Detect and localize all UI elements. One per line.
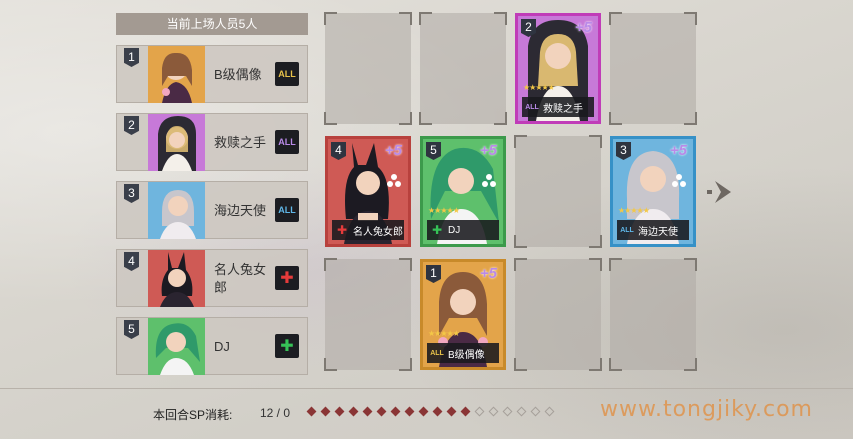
character-name: B级偶像 [214,66,262,82]
sp-pip-filled [404,406,415,417]
character-name: 救赎之手 [214,134,267,150]
sp-pip-empty [544,406,555,417]
cross-class-icon: ✚ [336,223,348,237]
character-portrait [148,318,205,375]
card-name-bar: ALL B级偶像 [427,343,499,363]
skill-range-icon [482,174,496,188]
all-class-icon: ALL [275,130,299,154]
sp-pip-filled [376,406,387,417]
sp-pip-empty [488,406,499,417]
character-name: 名人兔女郎 [214,261,267,295]
sp-pip-empty [530,406,541,417]
character-name: 海边天使 [214,202,267,218]
formation-slot-empty[interactable] [609,258,697,371]
formation-slot-empty[interactable] [324,258,412,371]
character-portrait [148,182,205,239]
character-name: 名人兔女郎 [353,226,403,238]
sp-pip-empty [502,406,513,417]
roster-header: 当前上场人员5人 [116,13,308,35]
position-badge: 2 [124,116,139,135]
sp-pip-filled [432,406,443,417]
formation-card[interactable]: 2 +5 ★★★★★ ALL 救赎之手 [515,13,601,124]
sp-pip-filled [390,406,401,417]
all-class-icon: ALL [275,62,299,86]
sp-pip-filled [334,406,345,417]
cross-class-icon: ✚ [275,266,299,290]
enhance-level: +5 [479,142,497,159]
formation-slot-empty[interactable] [514,258,602,371]
star-rating: ★★★★★ [618,206,650,215]
sp-pip-empty [474,406,485,417]
roster-row-1[interactable]: 1 B级偶像 ALL [116,45,308,103]
all-class-icon: ALL [525,103,539,111]
card-name-bar: ALL 海边天使 [617,220,689,240]
formation-slot-empty[interactable] [419,12,507,125]
character-name: 海边天使 [638,226,678,238]
watermark: www.tongjiky.com [600,397,813,422]
character-name: B级偶像 [448,349,485,361]
sp-pip-filled [418,406,429,417]
formation-card[interactable]: 4 +5 ✚ 名人兔女郎 [325,136,411,247]
card-name-bar: ✚ 名人兔女郎 [332,220,404,240]
sp-pip-filled [320,406,331,417]
formation-card[interactable]: 1 +5 ★★★★★ ALL B级偶像 [420,259,506,370]
enhance-level: +5 [669,142,687,159]
divider [0,388,853,389]
roster-row-2[interactable]: 2 救赎之手 ALL [116,113,308,171]
cross-class-icon: ✚ [431,223,443,237]
position-badge: 5 [124,320,139,339]
card-name-bar: ALL 救赎之手 [522,97,594,117]
all-class-icon: ALL [275,198,299,222]
star-rating: ★★★★★ [428,206,460,215]
cross-class-icon: ✚ [275,334,299,358]
character-name: DJ [448,224,461,236]
formation-slot-empty[interactable] [609,12,697,125]
roster-row-5[interactable]: 5 DJ ✚ [116,317,308,375]
all-class-icon: ALL [620,226,634,234]
forward-arrow-icon [707,181,731,203]
sp-pip-filled [306,406,317,417]
sp-pip-track [306,404,555,417]
position-badge: 4 [124,252,139,271]
skill-range-icon [387,174,401,188]
sp-pip-filled [460,406,471,417]
sp-cost-label: 本回合SP消耗: [153,408,233,422]
all-class-icon: ALL [430,349,444,357]
roster-row-4[interactable]: 4 名人兔女郎 ✚ [116,249,308,307]
enhance-level: +5 [384,142,402,159]
sp-pip-filled [446,406,457,417]
roster-row-3[interactable]: 3 海边天使 ALL [116,181,308,239]
formation-card[interactable]: 3 +5 ★★★★★ ALL 海边天使 [610,136,696,247]
character-name: DJ [214,338,230,354]
sp-pip-filled [348,406,359,417]
character-name: 救赎之手 [543,103,583,115]
skill-range-icon [672,174,686,188]
star-rating: ★★★★★ [428,329,460,338]
position-badge: 3 [124,184,139,203]
sp-pip-empty [516,406,527,417]
character-portrait [148,250,205,307]
sp-cost-value: 12 / 0 [260,406,291,420]
enhance-level: +5 [574,19,592,36]
formation-card[interactable]: 5 +5 ★★★★★ ✚ DJ [420,136,506,247]
formation-slot-empty[interactable] [324,12,412,125]
card-name-bar: ✚ DJ [427,220,499,240]
position-badge: 1 [124,48,139,67]
character-portrait [148,46,205,103]
sp-pip-filled [362,406,373,417]
enhance-level: +5 [479,265,497,282]
star-rating: ★★★★★ [523,83,555,92]
character-portrait [148,114,205,171]
formation-slot-empty[interactable] [514,135,602,248]
